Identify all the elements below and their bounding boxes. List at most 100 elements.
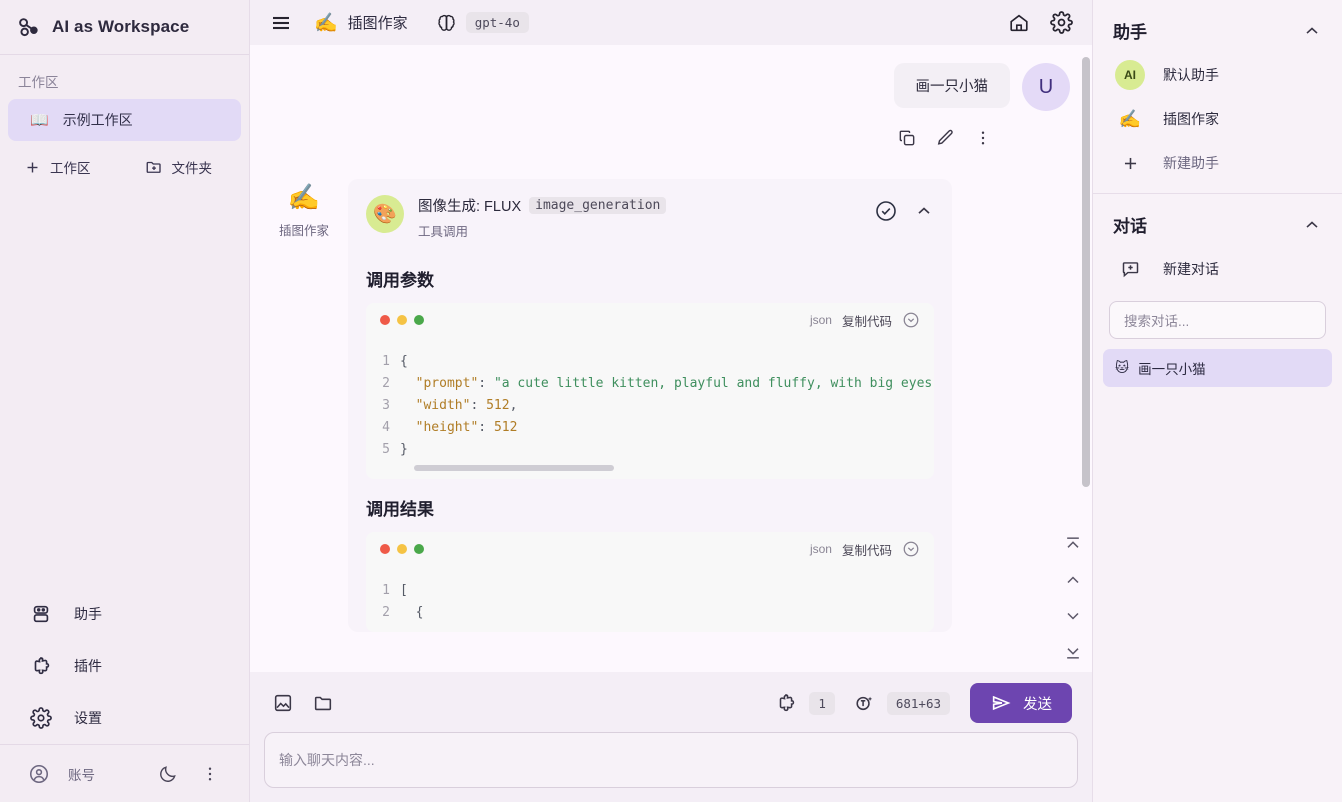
dot-yellow-icon	[397, 544, 407, 554]
workspace-section-label: 工作区	[18, 75, 59, 90]
line-number: 4	[382, 420, 390, 435]
chevron-up-icon[interactable]	[1060, 568, 1086, 592]
chevron-down-circle-icon[interactable]	[902, 311, 920, 329]
conversation-item-label: 画一只小猫	[1138, 362, 1206, 377]
search-placeholder: 搜索对话...	[1124, 314, 1190, 329]
puzzle-icon[interactable]	[773, 686, 799, 720]
dot-green-icon	[414, 315, 424, 325]
result-section-title: 调用结果	[366, 500, 434, 519]
code-toolbar-actions: json 复制代码	[810, 311, 920, 330]
scroll-to-bottom-icon[interactable]	[1060, 640, 1086, 664]
sidebar-item-plugins[interactable]: 插件	[0, 640, 249, 692]
code-line: 2 "prompt": "a cute little kitten, playf…	[366, 373, 934, 395]
scroll-to-top-icon[interactable]	[1060, 532, 1086, 556]
pencil-icon[interactable]	[934, 127, 956, 149]
chevron-down-icon[interactable]	[1060, 604, 1086, 628]
assistant-message: ✍️ 插图作家 🎨 图像生成: FLUX image_generation 工具…	[274, 179, 1074, 632]
assistants-section-header: 助手	[1093, 0, 1342, 53]
code-line: 1[	[366, 580, 934, 602]
tool-call-title: 图像生成: FLUX	[418, 199, 522, 215]
tool-call-card: 🎨 图像生成: FLUX image_generation 工具调用 调用参数 …	[348, 179, 952, 632]
main-panel: ✍️ 插图作家 gpt-4o 画一只小猫 U ✍️ 插图作家 🎨 图像生成: F…	[250, 0, 1092, 802]
window-dots	[380, 544, 424, 554]
chat-area: 画一只小猫 U ✍️ 插图作家 🎨 图像生成: FLUX image_gener…	[250, 45, 1092, 672]
tool-function-name: image_generation	[529, 197, 667, 214]
more-vertical-icon[interactable]	[972, 127, 994, 149]
new-conversation-button[interactable]: 新建对话	[1093, 247, 1342, 291]
assistant-avatar: ✍️ 插图作家	[274, 179, 334, 632]
chevron-up-icon[interactable]	[1302, 21, 1322, 41]
book-icon: 📖	[30, 112, 49, 129]
more-vertical-icon[interactable]	[199, 757, 221, 791]
code-toolbar-actions: json 复制代码	[810, 540, 920, 559]
moon-icon[interactable]	[151, 757, 185, 791]
send-button[interactable]: 发送	[970, 683, 1072, 723]
palette-icon: 🎨	[366, 195, 404, 233]
tool-call-title-row: 图像生成: FLUX image_generation	[418, 195, 667, 216]
chat-scrollbar[interactable]	[1082, 57, 1090, 487]
code-horizontal-scrollbar[interactable]	[414, 465, 614, 471]
cat-emoji-icon: 🐱	[1115, 360, 1130, 375]
code-line: 4 "height": 512	[366, 417, 934, 439]
robot-icon	[30, 603, 52, 625]
line-number: 2	[382, 605, 390, 620]
check-circle-icon	[874, 199, 898, 223]
chevron-down-circle-icon[interactable]	[902, 540, 920, 558]
chat-input[interactable]: 输入聊天内容...	[264, 732, 1078, 788]
code-toolbar: json 复制代码	[366, 303, 934, 337]
send-icon	[990, 692, 1012, 714]
new-assistant-button[interactable]: 新建助手	[1093, 141, 1342, 185]
conversations-section-title: 对话	[1113, 217, 1147, 236]
copy-code-button[interactable]: 复制代码	[842, 540, 892, 559]
brand-title: AI as Workspace	[52, 17, 190, 36]
assistant-emoji-icon: ✍️	[1118, 108, 1142, 129]
copy-code-button[interactable]: 复制代码	[842, 311, 892, 330]
tool-call-header: 🎨 图像生成: FLUX image_generation 工具调用	[348, 179, 952, 250]
search-conversations-input[interactable]: 搜索对话...	[1109, 301, 1326, 339]
composer-right-actions: 1 681+63 发送	[773, 683, 1072, 723]
account-button[interactable]: 账号	[28, 763, 95, 785]
account-icon	[28, 763, 50, 785]
folder-plus-icon	[145, 158, 163, 176]
assistant-emoji-icon: ✍️	[287, 182, 321, 212]
assistant-item-illustrator[interactable]: ✍️ 插图作家	[1093, 97, 1342, 141]
params-section-title: 调用参数	[366, 271, 434, 290]
code-toolbar: json 复制代码	[366, 532, 934, 566]
topbar-model-selector[interactable]: gpt-4o	[436, 12, 529, 33]
sidebar-item-settings[interactable]: 设置	[0, 692, 249, 744]
dot-red-icon	[380, 315, 390, 325]
assistant-item-default[interactable]: AI 默认助手	[1093, 53, 1342, 97]
sidebar-item-example-workspace[interactable]: 📖 示例工作区	[8, 99, 241, 141]
topbar-right-actions	[1002, 6, 1078, 40]
folder-icon[interactable]	[310, 686, 336, 720]
code-language-label: json	[809, 542, 832, 556]
conversations-section-header: 对话	[1093, 194, 1342, 247]
line-number: 3	[382, 398, 390, 413]
code-line: 3 "width": 512,	[366, 395, 934, 417]
chevron-up-icon[interactable]	[914, 201, 934, 221]
dot-red-icon	[380, 544, 390, 554]
sidebar-footer: 账号	[0, 744, 249, 802]
hamburger-menu-icon[interactable]	[264, 6, 298, 40]
topbar-assistant-selector[interactable]: ✍️ 插图作家	[314, 11, 408, 35]
new-assistant-label: 新建助手	[1163, 155, 1219, 171]
copy-icon[interactable]	[896, 127, 918, 149]
token-icon[interactable]	[851, 686, 877, 720]
user-message: 画一只小猫 U	[274, 63, 1074, 111]
result-code-body: 1[ 2 {	[366, 566, 934, 632]
tool-call-subtitle: 工具调用	[418, 225, 469, 239]
add-workspace-button[interactable]: 工作区	[24, 157, 91, 177]
chevron-up-icon[interactable]	[1302, 215, 1322, 235]
params-code-body: 1{ 2 "prompt": "a cute little kitten, pl…	[366, 337, 934, 479]
left-sidebar: AI as Workspace 工作区 📖 示例工作区 工作区 文件夹 助手 插…	[0, 0, 250, 802]
conversation-item-kitten[interactable]: 🐱 画一只小猫	[1103, 349, 1332, 387]
sidebar-item-assistants[interactable]: 助手	[0, 588, 249, 640]
settings-gear-icon[interactable]	[1044, 6, 1078, 40]
home-icon[interactable]	[1002, 6, 1036, 40]
topbar-assistant-name: 插图作家	[347, 15, 408, 32]
add-folder-button[interactable]: 文件夹	[145, 157, 212, 177]
assistant-name-label: 插图作家	[278, 223, 329, 238]
sidebar-nav-label: 助手	[74, 606, 102, 622]
dot-green-icon	[414, 544, 424, 554]
image-icon[interactable]	[270, 686, 296, 720]
